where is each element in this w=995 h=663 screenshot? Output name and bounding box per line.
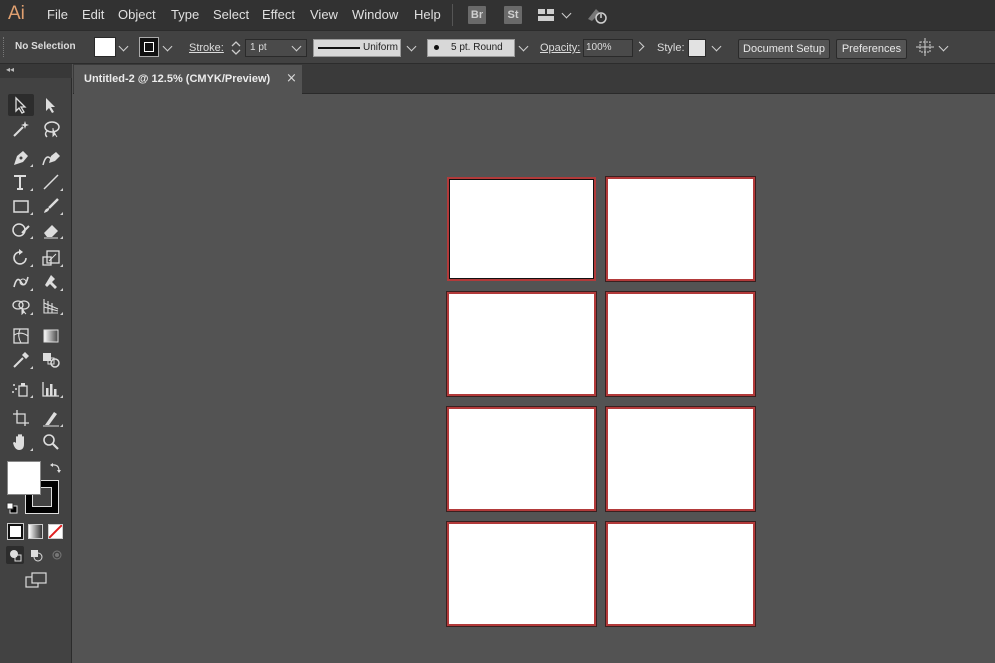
bridge-button[interactable]: Br: [468, 6, 486, 24]
control-bar: No Selection Stroke: 1 pt Uniform 5 pt. …: [0, 30, 995, 64]
opacity-label[interactable]: Opacity:: [540, 42, 580, 54]
gradient-mode-button[interactable]: [28, 524, 43, 539]
menu-bar: Ai File Edit Object Type Select Effect V…: [0, 0, 995, 30]
menu-object[interactable]: Object: [118, 7, 156, 23]
align-transform-icon[interactable]: [916, 38, 934, 56]
selection-status: No Selection: [15, 41, 76, 52]
menu-edit[interactable]: Edit: [82, 7, 104, 23]
stroke-label[interactable]: Stroke:: [189, 42, 224, 54]
lasso-tool-icon[interactable]: [38, 118, 64, 140]
pen-tool-icon[interactable]: [8, 147, 34, 169]
shaper-tool-icon[interactable]: [8, 219, 34, 241]
stroke-dropdown-chevron-icon[interactable]: [162, 41, 173, 52]
app-logo: Ai: [8, 3, 25, 24]
gpu-performance-icon[interactable]: [586, 5, 608, 25]
blend-tool-icon[interactable]: [38, 349, 64, 371]
rectangle-tool-icon[interactable]: [8, 195, 34, 217]
default-fill-stroke-icon[interactable]: [6, 502, 18, 514]
mesh-tool-icon[interactable]: [8, 325, 34, 347]
document-setup-button[interactable]: Document Setup: [738, 39, 830, 59]
stock-button[interactable]: St: [504, 6, 522, 24]
menu-help[interactable]: Help: [414, 7, 441, 23]
menu-divider: [452, 4, 453, 26]
fill-dropdown-chevron-icon[interactable]: [118, 41, 129, 52]
line-segment-tool-icon[interactable]: [38, 171, 64, 193]
document-tab[interactable]: Untitled-2 @ 12.5% (CMYK/Preview) ×: [74, 65, 302, 94]
variable-width-profile[interactable]: Uniform: [313, 39, 401, 57]
artboard[interactable]: [446, 521, 597, 627]
slice-tool-icon[interactable]: [38, 407, 64, 429]
style-chevron-icon[interactable]: [711, 41, 722, 52]
fill-swatch[interactable]: [94, 37, 116, 57]
document-tab-title[interactable]: Untitled-2 @ 12.5% (CMYK/Preview): [84, 73, 270, 86]
chevron-down-icon[interactable]: [561, 8, 572, 19]
menu-window[interactable]: Window: [352, 7, 398, 23]
brush-chevron-icon[interactable]: [518, 41, 529, 52]
graphic-style-swatch[interactable]: [688, 39, 706, 57]
brush-definition[interactable]: 5 pt. Round: [427, 39, 515, 57]
hand-tool-icon[interactable]: [8, 431, 34, 453]
menu-effect[interactable]: Effect: [262, 7, 295, 23]
chevron-right-icon[interactable]: [634, 41, 645, 52]
perspective-grid-tool-icon[interactable]: [38, 295, 64, 317]
opacity-field[interactable]: 100%: [583, 39, 633, 57]
warp-tool-icon[interactable]: [8, 271, 34, 293]
change-screen-mode-icon[interactable]: [24, 571, 48, 589]
artboard[interactable]: [605, 291, 756, 397]
eraser-tool-icon[interactable]: [38, 219, 64, 241]
selection-tool-icon[interactable]: [8, 94, 34, 116]
draw-normal-icon[interactable]: [6, 546, 24, 564]
menu-type[interactable]: Type: [171, 7, 199, 23]
scale-tool-icon[interactable]: [38, 247, 64, 269]
curvature-tool-icon[interactable]: [38, 147, 64, 169]
column-graph-tool-icon[interactable]: [38, 378, 64, 400]
menu-select[interactable]: Select: [213, 7, 249, 23]
swap-fill-stroke-icon[interactable]: [49, 461, 63, 475]
close-icon[interactable]: ×: [286, 71, 297, 87]
eyedropper-tool-icon[interactable]: [8, 349, 34, 371]
shape-builder-tool-icon[interactable]: [8, 295, 34, 317]
artboard-tool-icon[interactable]: [8, 407, 34, 429]
puppet-warp-tool-icon[interactable]: [38, 271, 64, 293]
artboard[interactable]: [446, 406, 597, 512]
color-mode-button[interactable]: [7, 523, 24, 540]
stroke-weight-stepper[interactable]: [229, 39, 243, 57]
preferences-button[interactable]: Preferences: [836, 39, 907, 59]
panel-grip[interactable]: [3, 37, 6, 57]
type-tool-icon[interactable]: [8, 171, 34, 193]
artboard[interactable]: [447, 177, 596, 281]
artboard[interactable]: [605, 521, 756, 627]
stroke-swatch[interactable]: [139, 37, 159, 57]
direct-selection-tool-icon[interactable]: [38, 94, 64, 116]
profile-chevron-icon[interactable]: [406, 41, 417, 52]
none-mode-button[interactable]: [48, 524, 63, 539]
style-label: Style:: [657, 42, 685, 54]
collapse-panel-icon[interactable]: ◂◂: [6, 65, 14, 75]
options-chevron-icon[interactable]: [938, 41, 949, 52]
gradient-tool-icon[interactable]: [38, 325, 64, 347]
draw-behind-icon[interactable]: [27, 546, 45, 564]
zoom-tool-icon[interactable]: [38, 431, 64, 453]
fill-color-box[interactable]: [7, 461, 41, 495]
rotate-tool-icon[interactable]: [8, 247, 34, 269]
symbol-sprayer-tool-icon[interactable]: [8, 378, 34, 400]
artboard[interactable]: [605, 176, 756, 282]
magic-wand-tool-icon[interactable]: [8, 118, 34, 140]
artboard[interactable]: [605, 406, 756, 512]
arrange-documents-icon[interactable]: [537, 7, 555, 23]
tools-panel-header: ◂◂: [0, 64, 72, 78]
paintbrush-tool-icon[interactable]: [38, 195, 64, 217]
artboard[interactable]: [446, 291, 597, 397]
menu-view[interactable]: View: [310, 7, 338, 23]
draw-inside-icon: [48, 546, 66, 564]
menu-file[interactable]: File: [47, 7, 68, 23]
